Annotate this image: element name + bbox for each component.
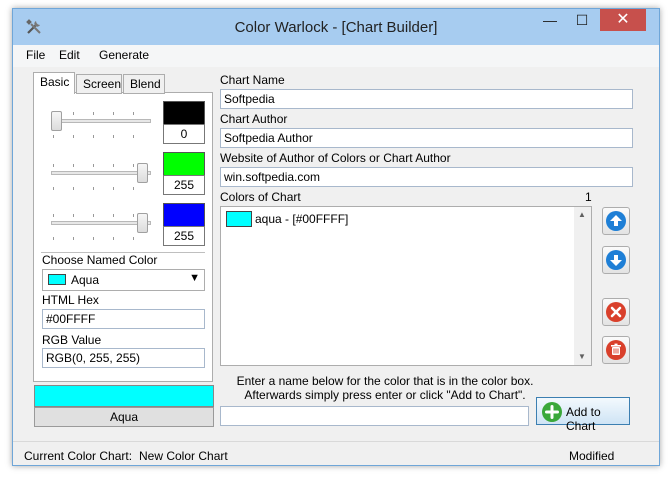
colors-of-chart-label: Colors of Chart (220, 190, 301, 204)
red-channel-swatch (163, 101, 205, 125)
status-bar: Current Color Chart: New Color Chart Mod… (13, 441, 659, 465)
red-value[interactable]: 0 (163, 124, 205, 144)
rgb-value-label: RGB Value (42, 333, 102, 347)
html-hex-field[interactable]: #00FFFF (42, 309, 205, 329)
named-color-value: Aqua (71, 273, 100, 287)
arrow-up-icon (606, 211, 626, 231)
move-up-button[interactable] (602, 207, 630, 235)
chevron-down-icon[interactable]: ▼ (189, 272, 200, 284)
list-item-text: aqua - [#00FFFF] (255, 212, 349, 226)
scroll-down-icon[interactable]: ▼ (578, 352, 586, 361)
menu-file[interactable]: File (26, 48, 45, 62)
close-circle-icon (606, 302, 626, 322)
move-down-button[interactable] (602, 246, 630, 274)
chart-name-field[interactable]: Softpedia (220, 89, 633, 109)
tab-screen[interactable]: Screen (76, 74, 122, 94)
add-to-chart-button[interactable]: Add to Chart (536, 397, 630, 433)
delete-color-button[interactable] (602, 336, 630, 364)
blue-value[interactable]: 255 (163, 226, 205, 246)
blue-slider-thumb[interactable] (137, 213, 148, 233)
website-label: Website of Author of Colors or Chart Aut… (220, 151, 451, 165)
menu-bar: File Edit Generate (13, 45, 659, 67)
website-field[interactable]: win.softpedia.com (220, 167, 633, 187)
color-preview-box (34, 385, 214, 407)
colors-list[interactable]: aqua - [#00FFFF] ▲ ▼ (220, 206, 592, 366)
hint-line-1: Enter a name below for the color that is… (236, 374, 534, 388)
chart-author-label: Chart Author (220, 112, 288, 126)
list-scrollbar[interactable]: ▲ ▼ (574, 207, 591, 365)
trash-icon (606, 340, 626, 360)
rgb-value-field[interactable]: RGB(0, 255, 255) (42, 348, 205, 368)
colors-count: 1 (585, 190, 592, 204)
title-bar: Color Warlock - [Chart Builder] — ☐ ✕ (13, 9, 659, 45)
plus-circle-icon (542, 402, 562, 422)
chart-author-field[interactable]: Softpedia Author (220, 128, 633, 148)
color-name-input[interactable] (220, 406, 529, 426)
named-color-label: Choose Named Color (42, 253, 158, 267)
menu-edit[interactable]: Edit (59, 48, 80, 62)
maximize-button[interactable]: ☐ (567, 9, 597, 31)
close-button[interactable]: ✕ (600, 9, 646, 31)
named-color-swatch (48, 274, 66, 285)
menu-generate[interactable]: Generate (99, 48, 149, 62)
html-hex-label: HTML Hex (42, 293, 99, 307)
green-slider-thumb[interactable] (137, 163, 148, 183)
remove-color-button[interactable] (602, 298, 630, 326)
green-value[interactable]: 255 (163, 175, 205, 195)
chart-name-label: Chart Name (220, 73, 285, 87)
app-window: Color Warlock - [Chart Builder] — ☐ ✕ Fi… (12, 8, 660, 466)
modified-status: Modified (569, 449, 615, 463)
current-chart-value: New Color Chart (139, 449, 228, 463)
current-chart-label: Current Color Chart: (24, 449, 133, 463)
list-item-swatch (226, 211, 252, 227)
minimize-button[interactable]: — (535, 9, 565, 31)
blue-channel-swatch (163, 203, 205, 227)
arrow-down-icon (606, 250, 626, 270)
scroll-up-icon[interactable]: ▲ (578, 210, 586, 219)
tab-blend[interactable]: Blend (123, 74, 165, 94)
add-to-chart-label: Add to Chart (566, 405, 601, 433)
green-channel-swatch (163, 152, 205, 176)
red-slider-thumb[interactable] (51, 111, 62, 131)
tab-basic[interactable]: Basic (33, 72, 75, 94)
hint-line-2: Afterwards simply press enter or click "… (244, 388, 526, 402)
color-preview-name: Aqua (34, 407, 214, 427)
named-color-dropdown[interactable]: Aqua ▼ (42, 269, 205, 291)
